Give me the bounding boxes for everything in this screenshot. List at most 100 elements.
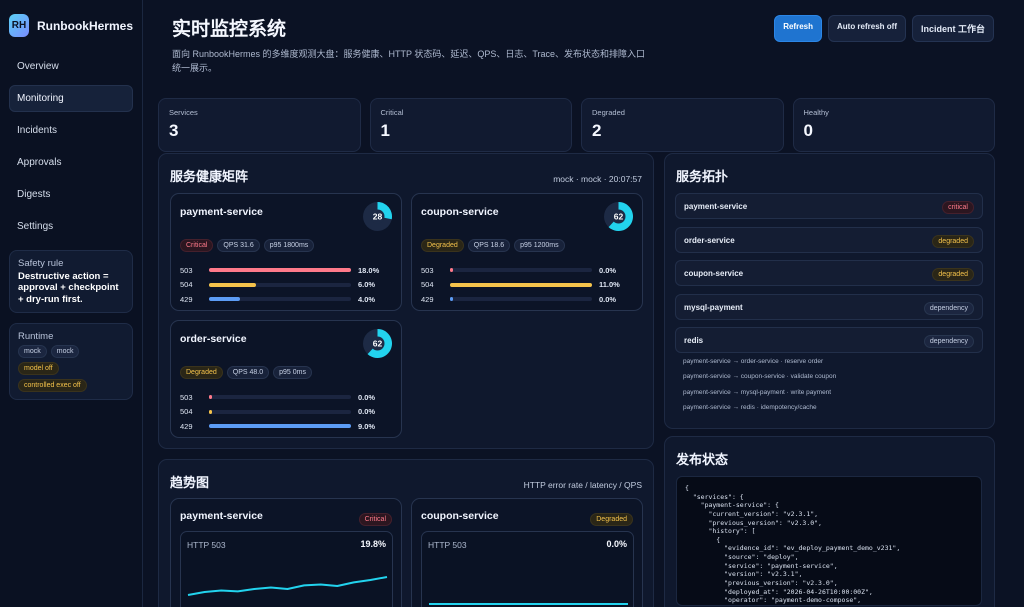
status-code: 429 xyxy=(180,294,193,304)
topology-node[interactable]: redis dependency xyxy=(675,327,983,353)
trend-card[interactable]: coupon-service Degraded HTTP 503 0.0% xyxy=(411,498,643,607)
health-score-value: 62 xyxy=(373,339,383,349)
topology-node[interactable]: payment-service critical xyxy=(675,193,983,219)
topology-edge: payment-service → mysql-payment · write … xyxy=(683,388,832,396)
health-score-donut: 28 xyxy=(363,202,392,231)
status-code-row: 504 0.0% xyxy=(180,405,394,420)
safety-rule-card: Safety rule Destructive action = approva… xyxy=(9,250,133,314)
qps-tag: QPS 48.0 xyxy=(226,366,270,379)
health-score-value: 28 xyxy=(373,212,383,222)
topology-node-name: redis xyxy=(684,336,704,345)
status-code: 504 xyxy=(180,407,193,417)
p95-tag: p95 1800ms xyxy=(263,239,315,252)
nav-item-overview[interactable]: Overview xyxy=(9,53,133,80)
topology-node-name: mysql-payment xyxy=(684,302,743,312)
status-code-rate: 6.0% xyxy=(358,280,376,290)
health-score-donut: 62 xyxy=(363,329,392,358)
status-code: 429 xyxy=(180,421,193,431)
bar-track xyxy=(450,297,592,302)
trends-panel: 趋势图 HTTP error rate / latency / QPS paym… xyxy=(158,459,654,607)
topology-node[interactable]: coupon-service degraded xyxy=(675,260,983,286)
page-description: 面向 RunbookHermes 的多维度观测大盘：服务健康、HTTP 状态码、… xyxy=(172,49,646,73)
service-tags: Critical QPS 31.6 p95 1800ms xyxy=(180,239,315,252)
health-matrix-meta: mock · mock · 20:07:57 xyxy=(553,174,642,184)
trend-service-name: coupon-service xyxy=(421,510,499,522)
status-code-rate: 9.0% xyxy=(358,421,376,431)
bar-fill xyxy=(209,282,256,287)
topology-panel: 服务拓扑 payment-service critical order-servic… xyxy=(664,153,995,429)
status-code-row: 503 18.0% xyxy=(180,263,394,278)
stat-label: Services xyxy=(169,108,198,117)
runtime-chip: controlled exec off xyxy=(18,379,87,393)
release-json[interactable]: { "services": { "payment-service": { "cu… xyxy=(676,476,982,606)
status-code-bars: 503 18.0% 504 6.0% 429 4.0% xyxy=(180,263,394,307)
status-code-rate: 11.0% xyxy=(599,280,620,290)
topology-node-badge: critical xyxy=(942,201,974,214)
qps-tag: QPS 18.6 xyxy=(467,239,511,252)
safety-rule-text: Destructive action = approval + checkpoi… xyxy=(18,271,119,305)
status-code: 503 xyxy=(180,392,193,402)
status-code: 504 xyxy=(180,280,193,290)
service-card[interactable]: coupon-service 62 Degraded QPS 18.6 p95 1200… xyxy=(411,193,643,311)
health-matrix-panel: 服务健康矩阵 mock · mock · 20:07:57 payment-se… xyxy=(158,153,654,449)
trend-chart: HTTP 503 19.8% xyxy=(180,531,393,607)
status-code-rate: 0.0% xyxy=(599,294,617,304)
stat-label: Healthy xyxy=(803,108,829,117)
trend-service-name: payment-service xyxy=(180,510,263,522)
page-title: 实时监控系统 xyxy=(172,19,287,40)
nav-item-settings[interactable]: Settings xyxy=(9,213,133,240)
topology-edge: payment-service → redis · idempotency/ca… xyxy=(683,403,817,411)
topology-edge: payment-service → coupon-service · valid… xyxy=(683,373,837,381)
stat-value: 1 xyxy=(380,121,390,140)
health-score-value: 62 xyxy=(614,212,624,222)
service-name: coupon-service xyxy=(421,206,499,218)
bar-fill xyxy=(209,409,212,414)
bar-fill xyxy=(209,268,351,273)
topology-node-badge: degraded xyxy=(932,234,974,248)
nav-item-approvals[interactable]: Approvals xyxy=(9,149,133,176)
topology-node-name: order-service xyxy=(684,235,735,245)
status-code-row: 429 9.0% xyxy=(180,419,394,434)
status-badge: Degraded xyxy=(590,513,633,526)
status-code-rate: 18.0% xyxy=(358,265,380,275)
top-actions: Refresh Auto refresh off Incident 工作台 xyxy=(774,15,994,42)
trend-chart: HTTP 503 0.0% xyxy=(421,531,634,607)
nav-item-monitoring[interactable]: Monitoring xyxy=(9,85,133,112)
topology-node[interactable]: order-service degraded xyxy=(675,226,983,253)
trend-sparkline xyxy=(429,603,628,605)
refresh-button[interactable]: Refresh xyxy=(774,15,822,42)
topology-node[interactable]: mysql-payment dependency xyxy=(675,293,983,320)
sidebar: RH RunbookHermes Overview Monitoring Incid… xyxy=(0,0,143,607)
auto-refresh-toggle[interactable]: Auto refresh off xyxy=(827,15,906,42)
status-badge: Critical xyxy=(358,513,392,526)
status-badge: Degraded xyxy=(180,366,223,379)
bar-fill xyxy=(209,297,241,302)
service-card[interactable]: payment-service 28 Critical QPS 31.6 p95 180… xyxy=(170,193,402,311)
p95-tag: p95 1200ms xyxy=(514,239,565,252)
stat-value: 2 xyxy=(592,121,602,140)
status-code: 504 xyxy=(421,280,434,290)
status-code: 503 xyxy=(180,265,193,275)
trend-card[interactable]: payment-service Critical HTTP 503 19.8% xyxy=(170,498,402,607)
trend-metric-label: HTTP 503 xyxy=(428,540,467,550)
service-card[interactable]: order-service 62 Degraded QPS 48.0 p95 0ms 50… xyxy=(170,320,402,438)
runtime-label: Runtime xyxy=(18,331,54,343)
service-name: payment-service xyxy=(180,206,263,218)
trends-title: 趋势图 xyxy=(170,475,210,490)
topology-edges: payment-service → order-service · reserv… xyxy=(683,358,836,419)
brand-logo: RH xyxy=(9,14,29,37)
status-code-row: 504 11.0% xyxy=(421,278,635,293)
health-matrix-title: 服务健康矩阵 xyxy=(170,169,249,184)
status-code-row: 504 6.0% xyxy=(180,278,394,293)
topology-edge: payment-service → order-service · reserv… xyxy=(683,358,824,365)
status-code-rate: 0.0% xyxy=(358,407,376,417)
brand[interactable]: RH RunbookHermes xyxy=(9,14,133,37)
incident-workbench-button[interactable]: Incident 工作台 xyxy=(911,15,994,42)
release-panel: 发布状态 { "services": { "payment-service": … xyxy=(664,436,995,607)
nav-item-digests[interactable]: Digests xyxy=(9,181,133,208)
trend-sparkline xyxy=(187,576,388,596)
topology-title: 服务拓扑 xyxy=(676,169,729,184)
trend-line xyxy=(187,576,388,596)
release-title: 发布状态 xyxy=(676,452,729,467)
nav-item-incidents[interactable]: Incidents xyxy=(9,117,133,144)
